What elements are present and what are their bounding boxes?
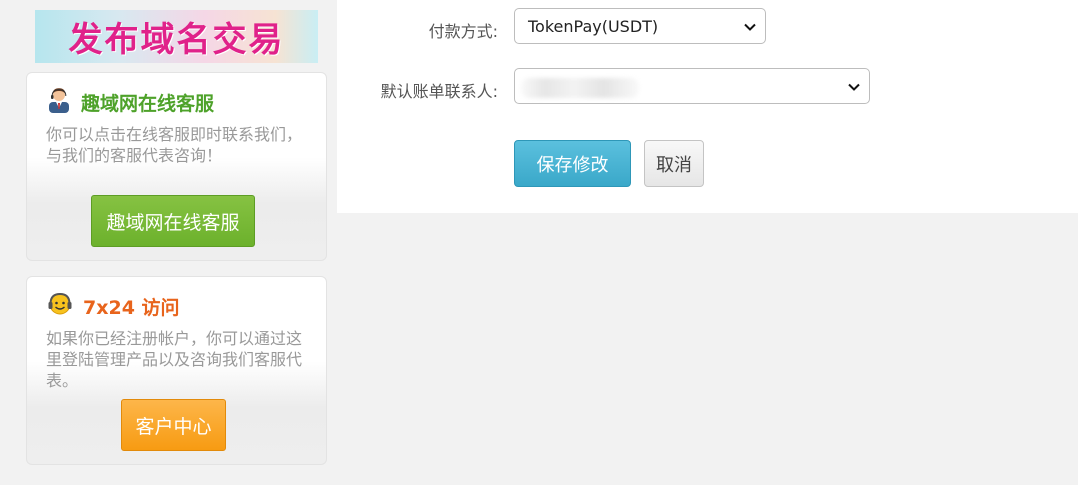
access-24-7-header: 7x24 访问 [47, 291, 180, 321]
payment-method-label: 付款方式: [428, 22, 498, 41]
default-contact-label: 默认账单联系人: [380, 82, 498, 101]
access-24-7-description: 如果你已经注册帐户，你可以通过这里登陆管理产品以及咨询我们客服代表。 [46, 329, 303, 390]
payment-method-select[interactable]: TokenPay(USDT) [514, 8, 766, 44]
chevron-down-icon [848, 83, 860, 91]
online-support-description: 你可以点击在线客服即时联系我们，与我们的客服代表咨询！ [46, 125, 303, 165]
online-support-header: 趣域网在线客服 [47, 87, 214, 117]
cancel-button[interactable]: 取消 [644, 140, 704, 187]
save-changes-button[interactable]: 保存修改 [514, 140, 631, 187]
online-support-card: 趣域网在线客服 你可以点击在线客服即时联系我们，与我们的客服代表咨询！ 趣域网在… [26, 72, 327, 261]
online-support-button[interactable]: 趣域网在线客服 [91, 195, 255, 247]
publish-domain-trade-banner[interactable]: 发布域名交易 [35, 10, 318, 63]
headset-smiley-icon [47, 291, 73, 321]
default-contact-select[interactable] [514, 68, 870, 104]
access-24-7-card: 7x24 访问 如果你已经注册帐户，你可以通过这里登陆管理产品以及咨询我们客服代… [26, 276, 327, 465]
billing-settings-panel: 付款方式: TokenPay(USDT) 默认账单联系人: 保存修改 取消 [337, 0, 1078, 213]
banner-text: 发布域名交易 [68, 20, 285, 60]
customer-service-person-icon [47, 87, 71, 117]
online-support-title: 趣域网在线客服 [81, 92, 215, 115]
customer-center-button[interactable]: 客户中心 [121, 399, 226, 451]
access-24-7-title: 7x24 访问 [83, 296, 180, 319]
payment-method-value: TokenPay(USDT) [528, 16, 659, 36]
redacted-contact-value [521, 78, 639, 98]
chevron-down-icon [744, 23, 756, 31]
